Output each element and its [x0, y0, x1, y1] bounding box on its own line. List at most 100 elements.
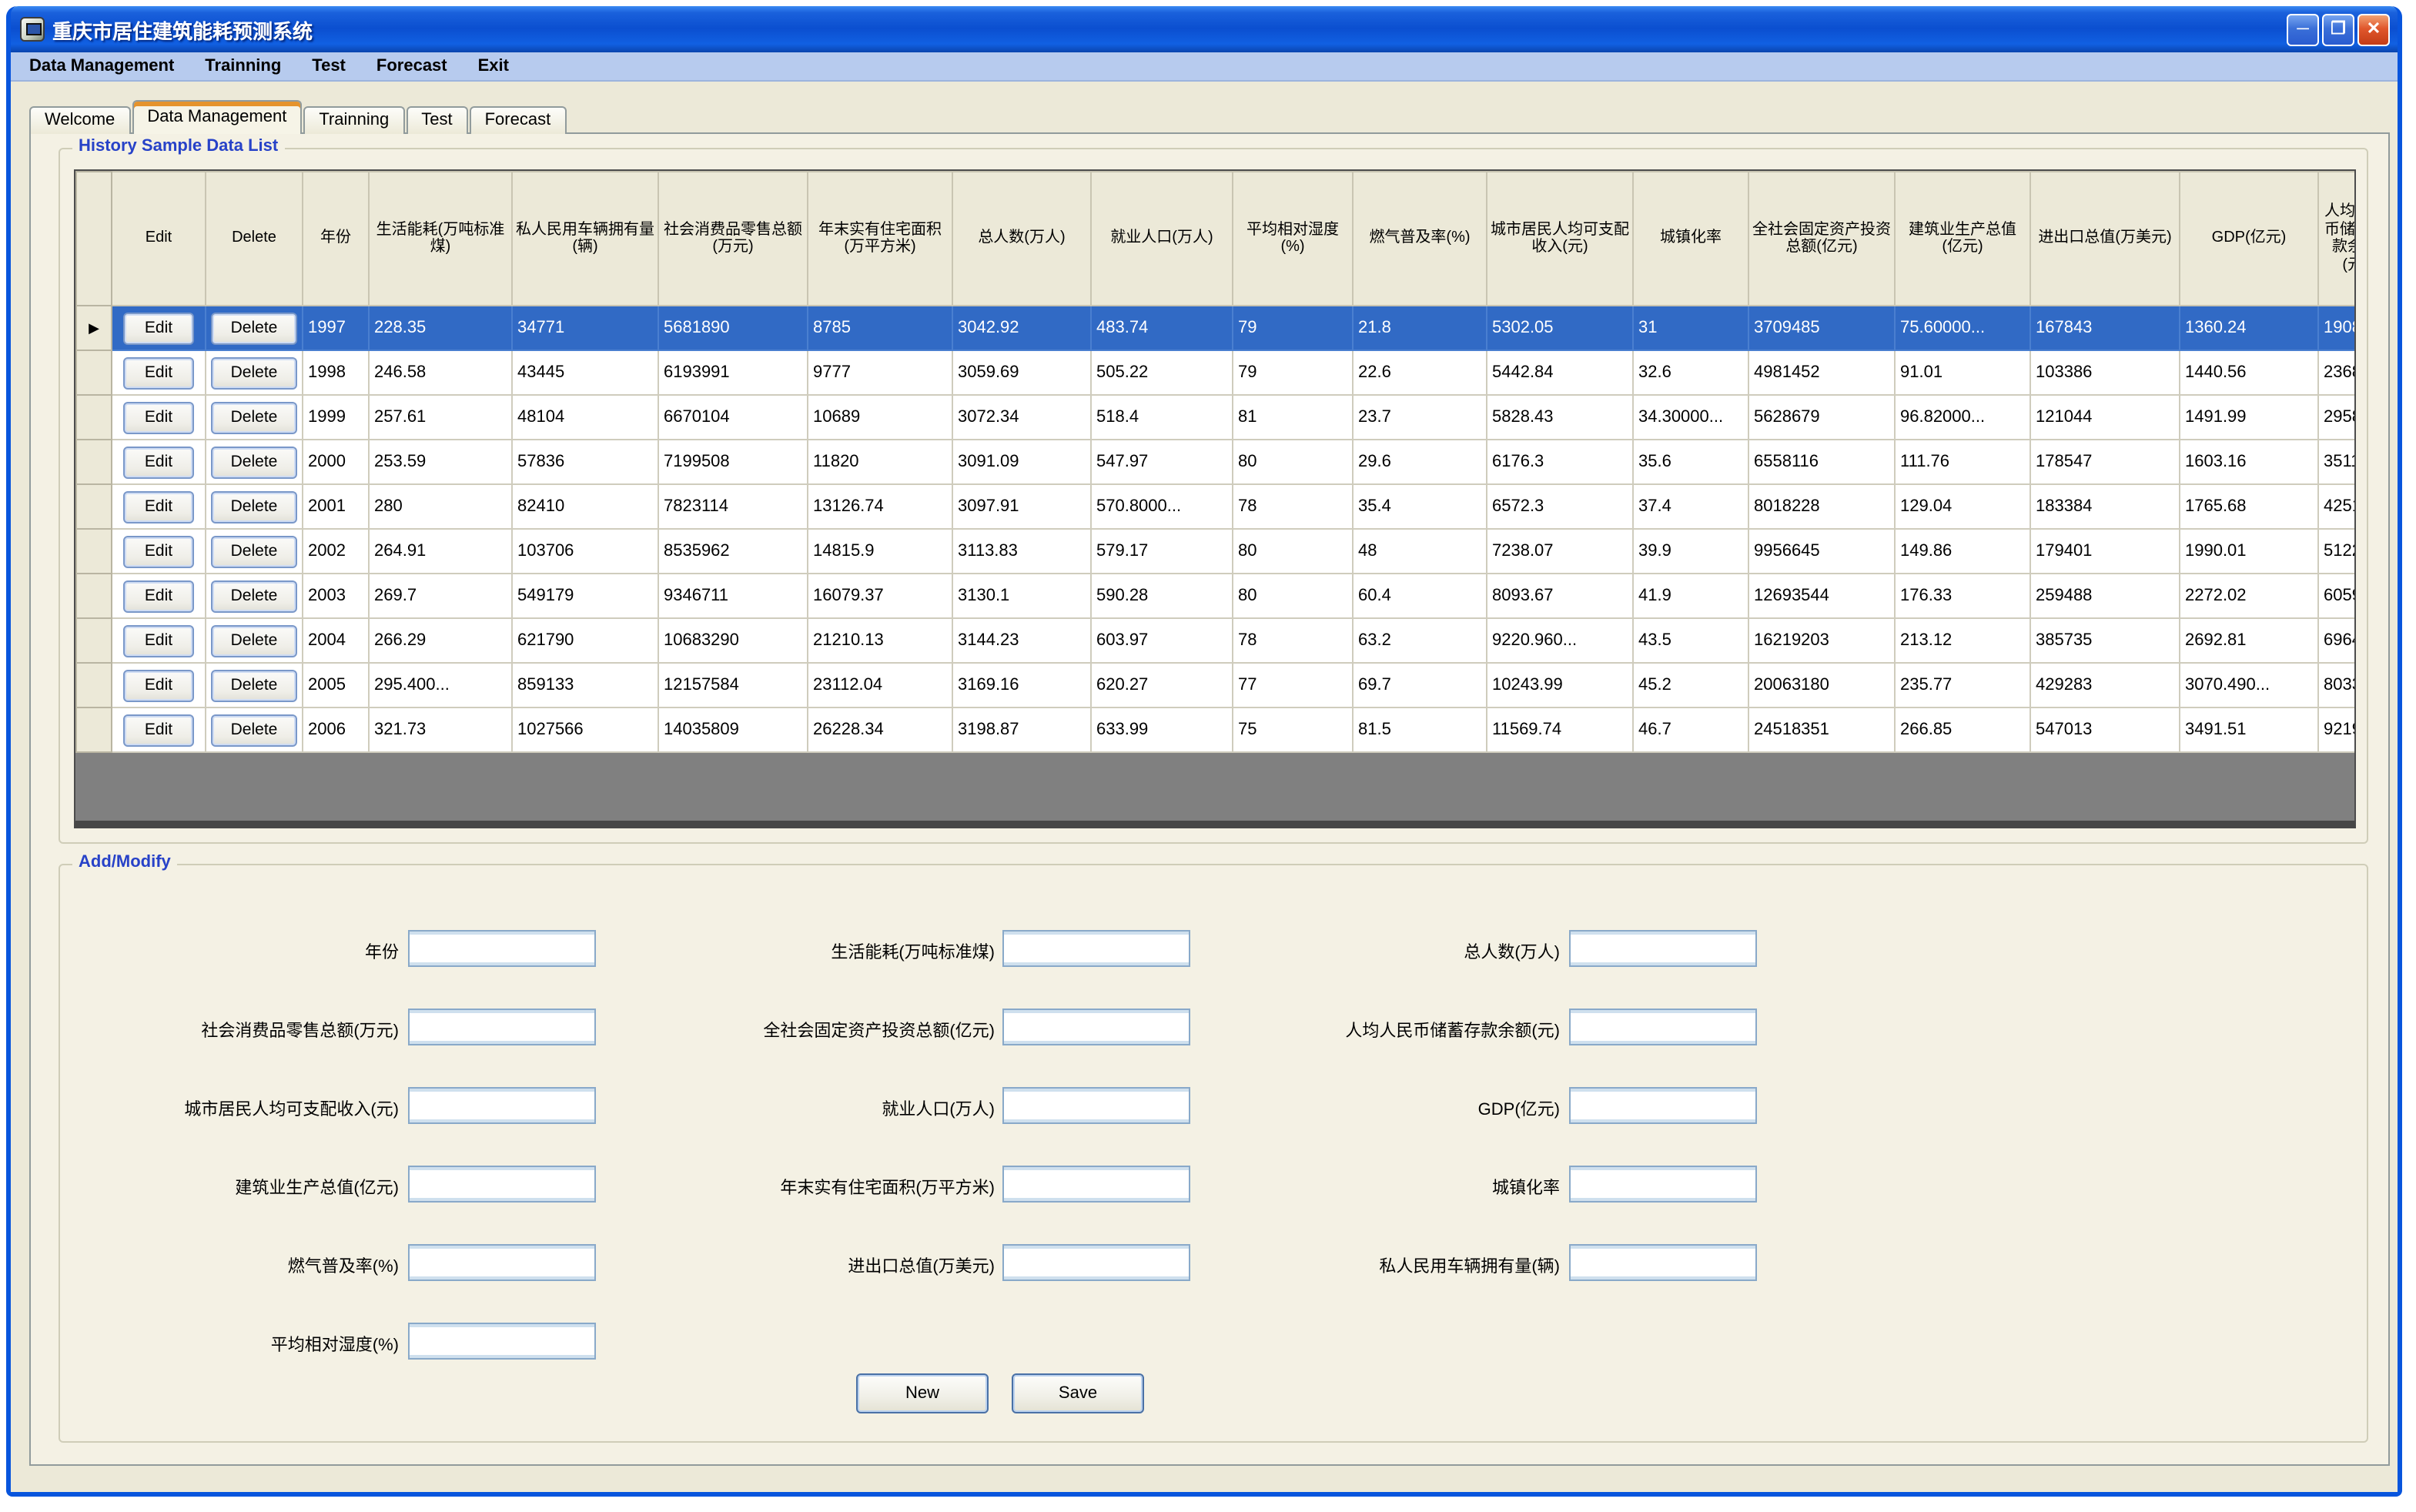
edit-row-button[interactable]: Edit: [123, 580, 194, 612]
row-selector-cell[interactable]: [76, 707, 112, 752]
table-row[interactable]: ▶EditDelete1997228.353477156818908785304…: [76, 306, 2356, 350]
row-selector-cell[interactable]: [76, 395, 112, 440]
table-row[interactable]: EditDelete1998246.5843445619399197773059…: [76, 350, 2356, 395]
cell-year: 2006: [303, 707, 369, 752]
cell-import-export: 259488: [2030, 574, 2180, 618]
delete-row-button[interactable]: Delete: [211, 580, 297, 612]
column-header-retail-sales: 社会消费品零售总额(万元): [658, 172, 808, 306]
delete-row-button-cell: Delete: [206, 574, 303, 618]
cell-total-population: 3130.1: [952, 574, 1091, 618]
edit-row-button[interactable]: Edit: [123, 446, 194, 478]
cell-private-vehicles: 859133: [512, 663, 658, 707]
cell-fixed-investment: 16219203: [1748, 618, 1895, 663]
urbanization-rate-field[interactable]: [1569, 1166, 1757, 1203]
row-selector-cell[interactable]: [76, 618, 112, 663]
row-selector-cell[interactable]: [76, 529, 112, 574]
cell-savings: 9219: [2318, 707, 2356, 752]
row-selector-cell[interactable]: [76, 574, 112, 618]
delete-row-button[interactable]: Delete: [211, 356, 297, 389]
total-population-field[interactable]: [1569, 930, 1757, 967]
gdp-field[interactable]: [1569, 1087, 1757, 1124]
delete-row-button[interactable]: Delete: [211, 490, 297, 523]
private-vehicles-field[interactable]: [1569, 1244, 1757, 1281]
row-selector-cell[interactable]: [76, 440, 112, 484]
delete-row-button[interactable]: Delete: [211, 401, 297, 433]
humidity-field[interactable]: [408, 1323, 596, 1360]
cell-total-population: 3091.09: [952, 440, 1091, 484]
cell-housing-area: 11820: [808, 440, 952, 484]
cell-gdp: 1440.56: [2180, 350, 2318, 395]
row-selector-cell[interactable]: [76, 484, 112, 529]
cell-construction-output: 266.85: [1895, 707, 2030, 752]
table-row[interactable]: EditDelete2003269.7549179934671116079.37…: [76, 574, 2356, 618]
edit-row-button[interactable]: Edit: [123, 624, 194, 657]
delete-row-button[interactable]: Delete: [211, 714, 297, 746]
save-button[interactable]: Save: [1012, 1373, 1144, 1413]
cell-construction-output: 149.86: [1895, 529, 2030, 574]
close-button[interactable]: ✕: [2357, 13, 2390, 45]
menu-item-exit[interactable]: Exit: [463, 57, 524, 75]
cell-construction-output: 111.76: [1895, 440, 2030, 484]
grid-body: ▶EditDelete1997228.353477156818908785304…: [76, 306, 2356, 752]
cell-housing-area: 10689: [808, 395, 952, 440]
cell-life-energy: 246.58: [369, 350, 512, 395]
tab-welcome[interactable]: Welcome: [29, 106, 130, 134]
table-row[interactable]: EditDelete2000253.5957836719950811820309…: [76, 440, 2356, 484]
new-button[interactable]: New: [856, 1373, 989, 1413]
table-row[interactable]: EditDelete2005295.400...8591331215758423…: [76, 663, 2356, 707]
tab-trainning[interactable]: Trainning: [303, 106, 404, 134]
cell-import-export: 385735: [2030, 618, 2180, 663]
delete-row-button[interactable]: Delete: [211, 669, 297, 701]
cell-savings: 2368.02: [2318, 350, 2356, 395]
tab-forecast[interactable]: Forecast: [470, 106, 567, 134]
edit-row-button[interactable]: Edit: [123, 490, 194, 523]
cell-year: 2001: [303, 484, 369, 529]
edit-row-button-cell: Edit: [112, 529, 206, 574]
cell-gas-rate: 60.4: [1353, 574, 1487, 618]
delete-row-button[interactable]: Delete: [211, 624, 297, 657]
selected-row-marker[interactable]: ▶: [76, 306, 112, 350]
edit-row-button[interactable]: Edit: [123, 401, 194, 433]
window-title: 重庆市居住建筑能耗预测系统: [52, 15, 2284, 44]
title-bar: 重庆市居住建筑能耗预测系统 ─ ❐ ✕: [11, 6, 2398, 52]
cell-gas-rate: 21.8: [1353, 306, 1487, 350]
edit-row-button[interactable]: Edit: [123, 312, 194, 344]
cell-disposable-income: 7238.07: [1487, 529, 1633, 574]
tab-test[interactable]: Test: [406, 106, 467, 134]
delete-row-button[interactable]: Delete: [211, 312, 297, 344]
column-header-construction-output: 建筑业生产总值(亿元): [1895, 172, 2030, 306]
delete-column-header: Delete: [206, 172, 303, 306]
delete-row-button[interactable]: Delete: [211, 535, 297, 567]
cell-life-energy: 321.73: [369, 707, 512, 752]
table-row[interactable]: EditDelete2006321.7310275661403580926228…: [76, 707, 2356, 752]
row-selector-cell[interactable]: [76, 350, 112, 395]
table-row[interactable]: EditDelete2002264.91103706853596214815.9…: [76, 529, 2356, 574]
menu-item-data-management[interactable]: Data Management: [14, 57, 189, 75]
cell-construction-output: 91.01: [1895, 350, 2030, 395]
table-row[interactable]: EditDelete2004266.296217901068329021210.…: [76, 618, 2356, 663]
savings-field[interactable]: [1569, 1009, 1757, 1045]
menu-item-test[interactable]: Test: [296, 57, 361, 75]
edit-row-button[interactable]: Edit: [123, 669, 194, 701]
menu-item-forecast[interactable]: Forecast: [361, 57, 463, 75]
table-row[interactable]: EditDelete200128082410782311413126.74309…: [76, 484, 2356, 529]
cell-total-population: 3169.16: [952, 663, 1091, 707]
tab-data-management[interactable]: Data Management: [132, 100, 302, 134]
cell-import-export: 167843: [2030, 306, 2180, 350]
edit-column-header: Edit: [112, 172, 206, 306]
cell-year: 1998: [303, 350, 369, 395]
restore-button[interactable]: ❐: [2322, 13, 2354, 45]
retail-sales-label: 社会消费品零售总额(万元): [0, 1018, 399, 1042]
menu-item-trainning[interactable]: Trainning: [189, 57, 296, 75]
delete-row-button[interactable]: Delete: [211, 446, 297, 478]
row-selector-cell[interactable]: [76, 663, 112, 707]
delete-row-button-cell: Delete: [206, 306, 303, 350]
minimize-button[interactable]: ─: [2287, 13, 2319, 45]
delete-row-button-cell: Delete: [206, 663, 303, 707]
life-energy-label: 生活能耗(万吨标准煤): [440, 939, 995, 964]
edit-row-button[interactable]: Edit: [123, 714, 194, 746]
table-row[interactable]: EditDelete1999257.6148104667010410689307…: [76, 395, 2356, 440]
edit-row-button[interactable]: Edit: [123, 535, 194, 567]
cell-import-export: 121044: [2030, 395, 2180, 440]
edit-row-button[interactable]: Edit: [123, 356, 194, 389]
